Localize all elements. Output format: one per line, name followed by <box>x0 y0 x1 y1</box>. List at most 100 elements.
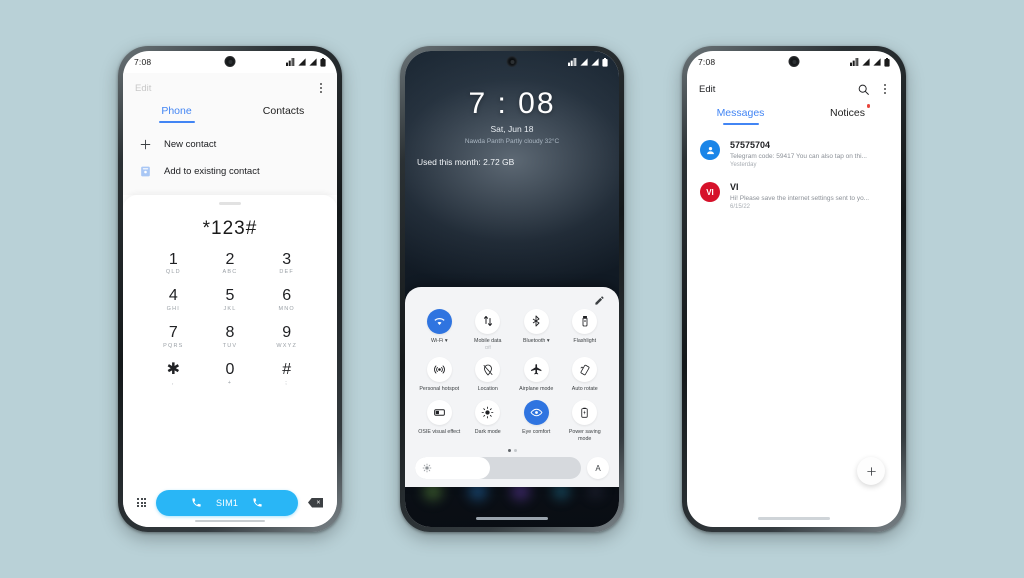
list-item[interactable]: VI VI Hi! Please save the internet setti… <box>687 175 901 217</box>
key-2[interactable]: 2 ABC <box>202 250 259 279</box>
contrast-icon <box>433 409 445 416</box>
contact-actions: New contact Add to existing contact <box>123 123 337 195</box>
data-usage-text: Used this month: 2.72 GB <box>417 157 515 167</box>
qs-tile-wifi[interactable]: Wi-Fi ▾ <box>415 308 464 351</box>
call-sim1-button[interactable]: SIM1 <box>156 489 298 516</box>
key-hash[interactable]: #; <box>258 360 315 389</box>
mobile-data-icon <box>483 316 492 326</box>
phone-mid-screen: 7 : 08 Sat, Jun 18 Nawda Panth Partly cl… <box>405 51 619 527</box>
quick-settings-page-dots <box>415 449 609 452</box>
message-date: 6/15/22 <box>730 204 751 210</box>
qs-icon-wrap <box>426 357 452 383</box>
key-digit: 7 <box>168 324 178 342</box>
key-1[interactable]: 1 QLD <box>145 250 202 279</box>
app-bar-left: Edit <box>123 73 337 103</box>
key-3[interactable]: 3 DEF <box>258 250 315 279</box>
list-item[interactable]: 57575704 Telegram code: 59417 You can al… <box>687 133 901 175</box>
qs-tile-mobile-data[interactable]: Mobile data Off <box>464 308 513 351</box>
qs-tile-dark-mode[interactable]: Dark mode <box>464 400 513 443</box>
message-body: VI Hi! Please save the internet settings… <box>730 182 888 210</box>
brightness-slider-fill <box>415 457 490 479</box>
brightness-sun-icon <box>422 463 432 473</box>
tab-messages[interactable]: Messages <box>687 107 794 125</box>
qs-tile-location[interactable]: Location <box>464 357 513 393</box>
qs-tile-auto-rotate[interactable]: Auto rotate <box>561 357 610 393</box>
pencil-icon[interactable] <box>594 295 605 306</box>
key-8[interactable]: 8 TUV <box>202 323 259 352</box>
new-contact-row[interactable]: New contact <box>123 131 337 158</box>
message-sender: VI <box>730 182 739 192</box>
mobile-data-icon <box>850 58 859 66</box>
nav-gesture-pill <box>195 519 265 522</box>
signal-icon <box>298 58 306 66</box>
signal-icon <box>309 58 317 66</box>
page-dot-1[interactable] <box>507 449 511 452</box>
status-bar-icons <box>850 57 890 67</box>
tab-bar-right: Messages Notices <box>687 104 901 125</box>
tab-bar-left: Phone Contacts <box>123 103 337 123</box>
phone-icon <box>253 498 262 507</box>
qs-label: Airplane mode <box>519 386 554 393</box>
qs-tile-personal-hotspot[interactable]: Personal hotspot <box>415 357 464 393</box>
edit-button[interactable]: Edit <box>135 83 151 94</box>
keypad-icon[interactable] <box>137 497 147 508</box>
quick-settings-edit <box>415 295 609 309</box>
add-existing-contact-row[interactable]: Add to existing contact <box>123 158 337 185</box>
mobile-data-icon <box>568 58 577 66</box>
qs-icon-wrap <box>426 400 452 426</box>
qs-tile-flashlight[interactable]: Flashlight <box>561 308 610 351</box>
key-0[interactable]: 0 + <box>202 360 259 389</box>
key-5[interactable]: 5 JKL <box>202 286 259 315</box>
flashlight-icon <box>582 316 588 327</box>
page-dot-2[interactable] <box>513 449 517 452</box>
lockscreen-clock: 7 : 08 <box>468 87 556 120</box>
auto-brightness-button[interactable]: A <box>587 457 609 479</box>
qs-tile-eye-comfort[interactable]: Eye comfort <box>512 400 561 443</box>
key-9[interactable]: 9 WXYZ <box>258 323 315 352</box>
key-digit: ✱ <box>166 360 181 378</box>
new-conversation-button[interactable] <box>857 457 885 485</box>
brightness-slider[interactable] <box>415 457 581 479</box>
phone-device-right: 7:08 Edit Messages Notices 57575704 Tele… <box>682 46 906 532</box>
qs-tile-power-saving-mode[interactable]: Power saving mode <box>561 400 610 443</box>
qs-tile-bluetooth[interactable]: Bluetooth ▾ <box>512 308 561 351</box>
key-letters: + <box>227 379 233 386</box>
phone-device-left: 7:08 Edit Phone Contacts New contact Add… <box>118 46 342 532</box>
qs-tile-airplane-mode[interactable]: Airplane mode <box>512 357 561 393</box>
phone-right-screen: 7:08 Edit Messages Notices 57575704 Tele… <box>687 51 901 527</box>
tab-notices[interactable]: Notices <box>794 104 901 125</box>
tab-phone[interactable]: Phone <box>123 105 230 123</box>
key-digit: 5 <box>225 287 235 305</box>
more-options-icon[interactable] <box>317 80 325 97</box>
key-star[interactable]: ✱, <box>145 360 202 389</box>
dialer-sheet: *123# 1 QLD 2 ABC 3 DEF 4 GHI 5 JKL 6 MNO 7 PQR… <box>123 195 337 527</box>
qs-sublabel: Off <box>484 345 491 351</box>
contacts-header: Edit Phone Contacts New contact Add to e… <box>123 73 337 195</box>
key-4[interactable]: 4 GHI <box>145 286 202 315</box>
qs-tile-osie-visual-effect[interactable]: OSIE visual effect <box>415 400 464 443</box>
qs-icon-wrap <box>475 357 501 383</box>
key-6[interactable]: 6 MNO <box>258 286 315 315</box>
key-digit: 2 <box>225 250 235 268</box>
status-bar-time: 7:08 <box>134 57 152 67</box>
qs-label: Power saving mode <box>568 429 601 443</box>
avatar: VI <box>700 182 720 202</box>
backspace-icon[interactable] <box>308 497 323 508</box>
more-options-icon[interactable] <box>881 81 889 98</box>
add-existing-contact-label: Add to existing contact <box>164 166 260 177</box>
phone-device-mid: 7 : 08 Sat, Jun 18 Nawda Panth Partly cl… <box>400 46 624 532</box>
key-7[interactable]: 7 PQRS <box>145 323 202 352</box>
key-letters: GHI <box>166 306 181 313</box>
qs-label: Bluetooth ▾ <box>522 337 550 344</box>
signal-icon <box>591 58 599 66</box>
key-letters: PQRS <box>163 342 184 349</box>
key-digit: 4 <box>168 287 178 305</box>
app-bar-right: Edit <box>687 73 901 105</box>
signal-icon <box>862 58 870 66</box>
message-body: 57575704 Telegram code: 59417 You can al… <box>730 140 888 168</box>
brightness-row: A <box>415 457 609 479</box>
search-icon[interactable] <box>857 83 870 96</box>
edit-button[interactable]: Edit <box>699 84 715 95</box>
quick-settings-grid: Wi-Fi ▾ Mobile data Off Bluetooth ▾ Flas… <box>415 308 610 444</box>
tab-contacts[interactable]: Contacts <box>230 105 337 123</box>
